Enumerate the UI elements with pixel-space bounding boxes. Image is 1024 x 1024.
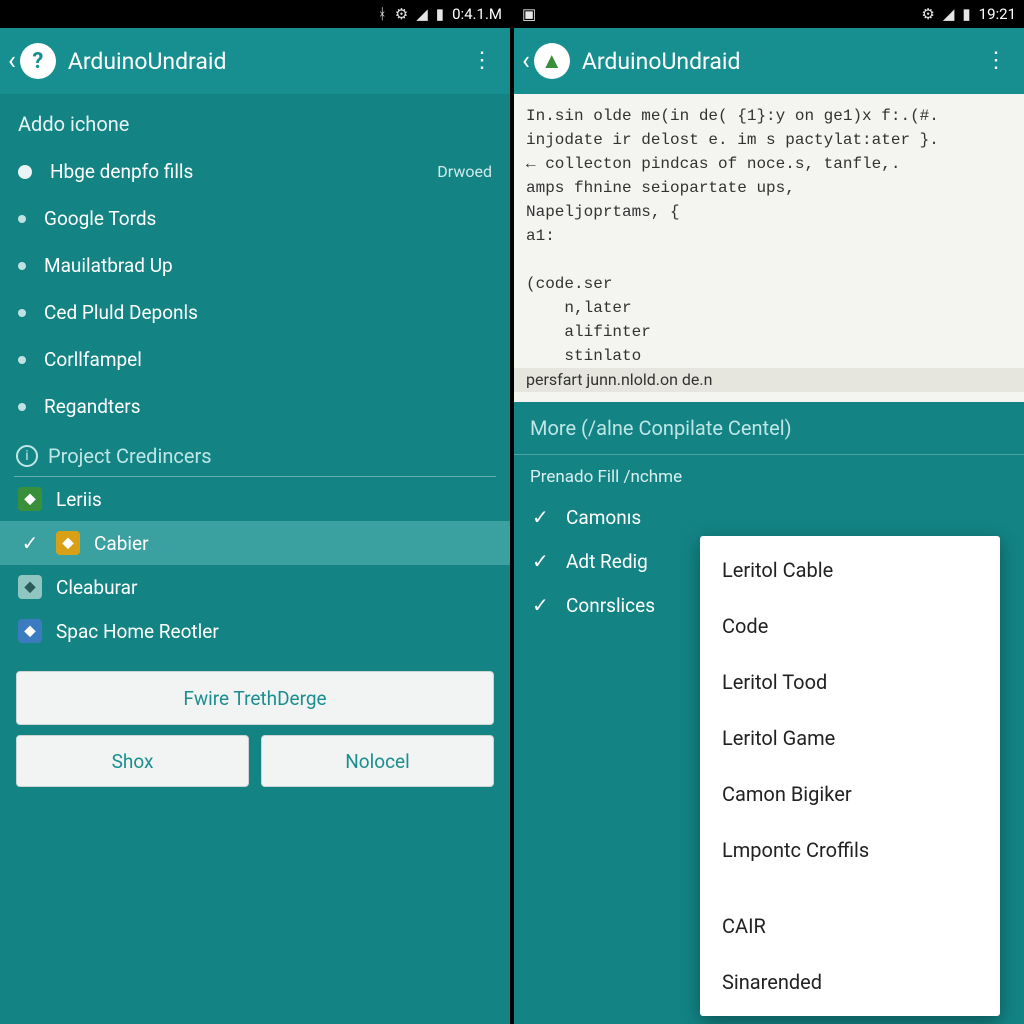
menu-item[interactable]: Hbge denpfo fills Drwoed [0,148,510,195]
window-icon: ▣ [522,5,536,23]
menu-option[interactable]: Code [700,598,1000,654]
check-icon: ✓ [18,531,42,555]
context-menu: Leritol CableCodeLeritol ToodLeritol Gam… [700,536,1000,1016]
menu-item-label: Ced Pluld Deponls [44,301,198,324]
menu-option[interactable]: Leritol Tood [700,654,1000,710]
menu-item[interactable]: Regandters [0,383,510,430]
menu-option[interactable]: Leritol Cable [700,542,1000,598]
file-label: Cleaburar [56,576,137,599]
battery-icon: ▮ [962,5,970,23]
checklist-label: Conrslices [566,594,655,617]
menu-item[interactable]: Corllfampel [0,336,510,383]
primary-button[interactable]: Fwire TrethDerge [16,671,494,725]
menu-option[interactable]: Sinarended [700,954,1000,1010]
project-subhead: i Project Credincers [0,430,510,476]
bullet-icon [18,215,26,223]
file-label: Cabier [94,532,149,555]
menu-item-label: Regandters [44,395,141,418]
menu-item-label: Mauilatbrad Up [44,254,173,277]
file-label: Spac Home Reotler [56,620,219,643]
file-row[interactable]: ◆ Spac Home Reotler [0,609,510,653]
menu-item-tail: Drwoed [437,162,492,181]
back-icon[interactable]: ‹ [522,46,530,76]
bullet-icon [18,403,26,411]
file-label: Leriis [56,488,102,511]
panel-subheading: Prenado Fill /nchme [514,455,1024,495]
battery-icon: ▮ [436,5,444,23]
menu-item[interactable]: Mauilatbrad Up [0,242,510,289]
menu-option[interactable]: Camon Bigiker [700,766,1000,822]
back-icon[interactable]: ‹ [8,46,16,76]
status-bar: ▣ ⚙ ◢ ▮ 19:21 [514,0,1024,28]
app-title: ArduinoUndraid [582,48,976,75]
file-type-icon: ◆ [56,531,80,555]
left-button-label: Shox [112,750,154,773]
status-time: 19:21 [979,5,1016,23]
bullet-icon [18,165,32,179]
section-title: Addo ichone [0,94,510,148]
app-bar: ‹ ▲ ArduinoUndraid ⋮ [514,28,1024,94]
app-logo[interactable]: ? [20,43,56,79]
app-logo[interactable]: ▲ [534,43,570,79]
overflow-menu-icon[interactable]: ⋮ [976,50,1016,72]
checklist-label: Camonıs [566,506,641,529]
menu-item[interactable]: Google Tords [0,195,510,242]
status-time: 0:4.1.M [452,5,502,23]
menu-option[interactable]: CAIR [700,898,1000,954]
right-button-label: Nolocel [345,750,410,773]
button-pair: Shox Nolocel [16,735,494,787]
signal-icon: ◢ [943,5,955,23]
bullet-icon [18,356,26,364]
left-body: Addo ichone Hbge denpfo fills Drwoed Googl… [0,94,510,1024]
bluetooth-icon: ᚼ [378,5,387,23]
screen-right: ▣ ⚙ ◢ ▮ 19:21 ‹ ▲ ArduinoUndraid ⋮ In.si… [510,0,1024,1024]
file-row[interactable]: ✓ ◆ Cabier [0,521,510,565]
overflow-menu-icon[interactable]: ⋮ [462,50,502,72]
file-type-icon: ◆ [18,487,42,511]
app-title: ArduinoUndraid [68,48,462,75]
left-button[interactable]: Shox [16,735,249,787]
gear-icon: ⚙ [921,5,934,23]
bullet-icon [18,262,26,270]
screen-left: ᚼ ⚙ ◢ ▮ 0:4.1.M ‹ ? ArduinoUndraid ⋮ Add… [0,0,510,1024]
checklist-label: Adt Redig [566,550,648,573]
check-icon: ✓ [532,549,554,573]
code-highlighted-line[interactable]: persfart junn.nlold.on de.n [514,368,1024,392]
menu-separator [700,878,1000,898]
gear-icon: ⚙ [395,5,408,23]
app-bar: ‹ ? ArduinoUndraid ⋮ [0,28,510,94]
right-button[interactable]: Nolocel [261,735,494,787]
file-row[interactable]: ◆ Leriis [0,477,510,521]
project-subhead-label: Project Credincers [48,444,212,468]
menu-item-label: Google Tords [44,207,156,230]
menu-option[interactable]: Lmpontc Croffils [700,822,1000,878]
panel-heading[interactable]: More (/alne Conpilate Centel) [514,402,1024,455]
signal-icon: ◢ [416,5,428,23]
file-type-icon: ◆ [18,619,42,643]
status-bar: ᚼ ⚙ ◢ ▮ 0:4.1.M [0,0,510,28]
file-type-icon: ◆ [18,575,42,599]
menu-item-label: Hbge denpfo fills [50,160,193,183]
check-icon: ✓ [532,505,554,529]
checklist-item[interactable]: ✓ Camonıs [514,495,1024,539]
menu-item[interactable]: Ced Pluld Deponls [0,289,510,336]
bullet-icon [18,309,26,317]
menu-option[interactable]: Leritol Game [700,710,1000,766]
info-icon: i [16,445,38,467]
file-row[interactable]: ◆ Cleaburar [0,565,510,609]
code-editor[interactable]: In.sin olde me(in de( {1}:y on ge1)x f:.… [514,94,1024,402]
primary-button-label: Fwire TrethDerge [183,687,326,710]
menu-item-label: Corllfampel [44,348,142,371]
check-icon: ✓ [532,593,554,617]
